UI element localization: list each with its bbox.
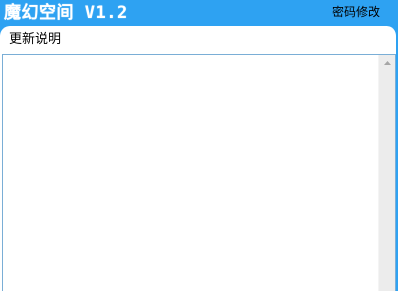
update-notes-textbox[interactable] xyxy=(2,54,396,291)
scroll-up-arrow-icon xyxy=(383,61,391,65)
app-title: 魔幻空间 V1.2 xyxy=(4,3,128,23)
change-password-link[interactable]: 密码修改 xyxy=(332,0,380,24)
update-notes-heading: 更新说明 xyxy=(9,32,62,47)
update-notes-text xyxy=(7,59,373,291)
app-window: 魔幻空间 V1.2 密码修改 更新说明 xyxy=(0,0,398,291)
content-panel: 更新说明 xyxy=(0,26,397,291)
vertical-scrollbar[interactable] xyxy=(378,55,395,291)
scroll-track[interactable] xyxy=(379,71,395,291)
title-bar[interactable]: 魔幻空间 V1.2 密码修改 xyxy=(0,0,398,26)
scroll-up-button[interactable] xyxy=(379,55,395,71)
